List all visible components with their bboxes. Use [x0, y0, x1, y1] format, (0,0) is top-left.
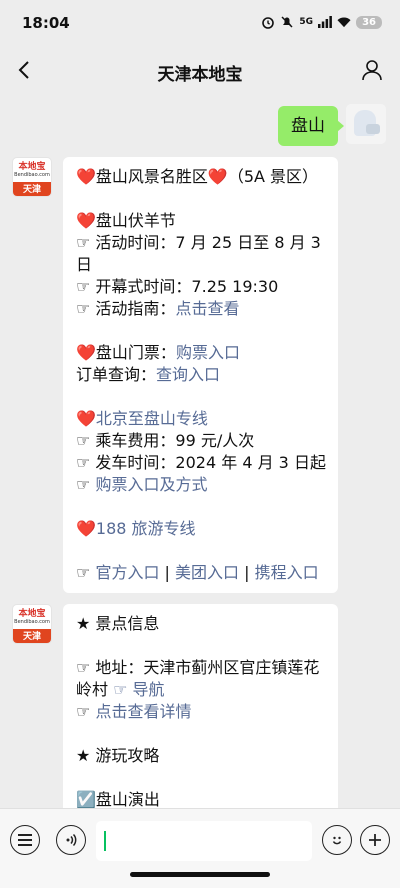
voice-icon [66, 833, 77, 847]
logo-city-2: 天津 [13, 629, 51, 643]
guide-link[interactable]: 点击查看 [175, 299, 239, 318]
menu-list-icon [18, 834, 32, 846]
logo-city: 天津 [13, 182, 51, 196]
tour-heart: ❤️ [76, 519, 96, 538]
chat-title: 天津本地宝 [157, 65, 243, 85]
status-bar: 18:04 5G 36 [0, 0, 400, 48]
entry-prefix: ☞ [76, 563, 96, 582]
user-icon [362, 60, 382, 81]
order-label: 订单查询： [76, 365, 157, 384]
voice-button[interactable] [56, 825, 86, 855]
home-indicator[interactable] [130, 872, 270, 877]
tour-link[interactable]: 188 旅游专线 [96, 519, 196, 538]
status-time: 18:04 [22, 14, 70, 32]
navigation-link[interactable]: ☞ 导航 [113, 680, 164, 699]
fare-line: ☞ 乘车费用：99 元/人次 [76, 431, 255, 450]
battery-level: 36 [356, 15, 382, 29]
tickets-line: ❤️盘山门票：购票入口 [76, 342, 326, 364]
menu-button[interactable] [10, 825, 40, 855]
profile-button[interactable] [358, 56, 386, 84]
buy-link[interactable]: 购票入口及方式 [95, 475, 207, 494]
message-input[interactable] [96, 821, 312, 861]
activity-time: ☞ 活动时间：7 月 25 日至 8 月 3 日 [76, 233, 321, 274]
incoming-message-bubble: ❤️盘山风景名胜区❤️（5A 景区） ❤️盘山伏羊节 ☞ 活动时间：7 月 25… [63, 157, 338, 593]
outgoing-message-bubble[interactable]: 盘山 [278, 106, 344, 146]
meituan-link[interactable]: 美团入口 [175, 563, 239, 582]
emoji-icon [332, 836, 342, 845]
order-line: 订单查询：查询入口 [76, 364, 326, 386]
detail-prefix: ☞ [76, 702, 96, 721]
bus-link[interactable]: 北京至盘山专线 [96, 409, 208, 428]
signal-icon [318, 15, 332, 29]
separator-1: | [159, 563, 176, 582]
official-link[interactable]: 官方入口 [95, 563, 159, 582]
outgoing-message-row: 盘山 [278, 104, 386, 146]
logo-sub: Bendibao.com [14, 172, 50, 178]
account-avatar-2[interactable]: 本地宝 Bendibao.com 天津 [12, 604, 52, 644]
logo-text: 本地宝 [18, 162, 46, 172]
tickets-label: ❤️盘山门票： [76, 343, 176, 362]
detail-link[interactable]: 点击查看详情 [95, 702, 191, 721]
tour-line: ❤️188 旅游专线 [76, 518, 326, 540]
depart-line: ☞ 发车时间：2024 年 4 月 3 日起 [76, 453, 326, 472]
buy-line: ☞ 购票入口及方式 [76, 474, 326, 496]
alarm-icon [261, 15, 275, 29]
scenic-title: ❤️盘山风景名胜区❤️（5A 景区） [76, 167, 319, 186]
logo-sub-2: Bendibao.com [14, 619, 50, 625]
address-line: ☞ 地址：天津市蓟州区官庄镇莲花岭村 ☞ 导航 [76, 657, 326, 701]
bus-line: ❤️北京至盘山专线 [76, 408, 326, 430]
festival-title: ❤️盘山伏羊节 [76, 211, 176, 230]
order-link[interactable]: 查询入口 [156, 365, 220, 384]
ctrip-link[interactable]: 携程入口 [255, 563, 319, 582]
info-title: ★ 景点信息 [76, 614, 160, 633]
opening-time: ☞ 开幕式时间：7.25 19:30 [76, 277, 279, 296]
logo-text-2: 本地宝 [18, 609, 46, 619]
detail-line: ☞ 点击查看详情 [76, 701, 326, 723]
separator-2: | [239, 563, 255, 582]
tickets-link[interactable]: 购票入口 [176, 343, 240, 362]
guide-line: ☞ 活动指南：点击查看 [76, 298, 326, 320]
emoji-button[interactable] [322, 825, 352, 855]
add-button[interactable] [360, 825, 390, 855]
wifi-icon [337, 15, 351, 29]
guide-title: ★ 游玩攻略 [76, 746, 160, 765]
my-avatar[interactable] [346, 104, 386, 144]
incoming-message-bubble-2: ★ 景点信息 ☞ 地址：天津市蓟州区官庄镇莲花岭村 ☞ 导航 ☞ 点击查看详情 … [63, 604, 338, 814]
buy-prefix: ☞ [76, 475, 96, 494]
plus-icon [369, 834, 381, 846]
text-caret [104, 831, 106, 851]
guide-label: ☞ 活动指南： [76, 299, 176, 318]
mute-icon [280, 15, 294, 29]
status-icons: 5G 36 [261, 15, 382, 29]
network-type: 5G [299, 16, 314, 27]
entry-links-line: ☞ 官方入口 | 美团入口 | 携程入口 [76, 562, 326, 584]
nav-bar: 天津本地宝 [0, 48, 400, 94]
bus-heart: ❤️ [76, 409, 96, 428]
account-avatar[interactable]: 本地宝 Bendibao.com 天津 [12, 157, 52, 197]
